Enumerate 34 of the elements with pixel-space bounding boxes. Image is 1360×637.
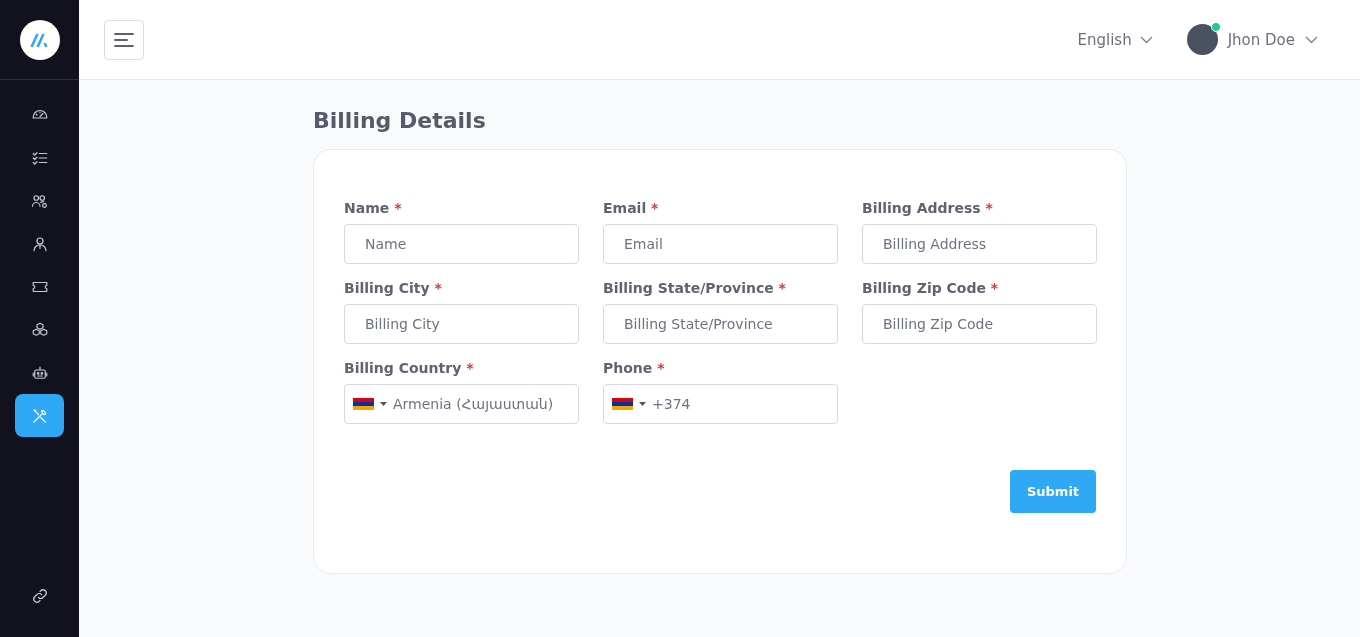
page-title: Billing Details — [313, 108, 487, 133]
text-input-field[interactable]: Billing Zip Code — [862, 304, 1097, 344]
phone-input-field[interactable]: +374 — [603, 384, 838, 424]
menu-button[interactable] — [104, 19, 144, 60]
text-input-field[interactable]: Billing City — [344, 304, 579, 344]
field-label: Billing City * — [344, 280, 443, 296]
chevron-down-icon — [1139, 35, 1153, 44]
user-menu[interactable]: Jhon Doe — [1180, 23, 1324, 56]
sidebar-item[interactable] — [15, 394, 64, 437]
menu-icon — [114, 32, 134, 47]
flag-icon — [353, 397, 374, 411]
language-dropdown[interactable]: English — [1071, 29, 1159, 50]
caret-icon — [639, 402, 646, 406]
field-label: Phone * — [603, 360, 666, 376]
text-input-field[interactable]: Email — [603, 224, 838, 264]
logo-icon[interactable] — [19, 19, 60, 60]
country-select-field[interactable]: Armenia (Հայաստան) — [344, 384, 579, 424]
field-label: Billing Address * — [862, 200, 994, 216]
field-label: Email * — [603, 200, 660, 216]
text-input-field[interactable]: Billing State/Province — [603, 304, 838, 344]
field-label: Billing Zip Code * — [862, 280, 1000, 296]
user-icon — [30, 234, 49, 253]
caret-icon — [380, 402, 387, 406]
submit-button[interactable]: Submit — [1010, 470, 1096, 513]
avatar-photo-placeholder — [1186, 24, 1218, 55]
text-input-field[interactable]: Billing Address — [862, 224, 1097, 264]
field-label: Name * — [344, 200, 403, 216]
text-input-field[interactable]: Name — [344, 224, 579, 264]
flag-icon — [612, 397, 633, 411]
field-label: Billing State/Province * — [603, 280, 787, 296]
chevron-down-icon — [1305, 35, 1318, 44]
field-label: Billing Country * — [344, 360, 475, 376]
link-icon — [30, 586, 49, 605]
cubes-icon — [30, 320, 49, 339]
